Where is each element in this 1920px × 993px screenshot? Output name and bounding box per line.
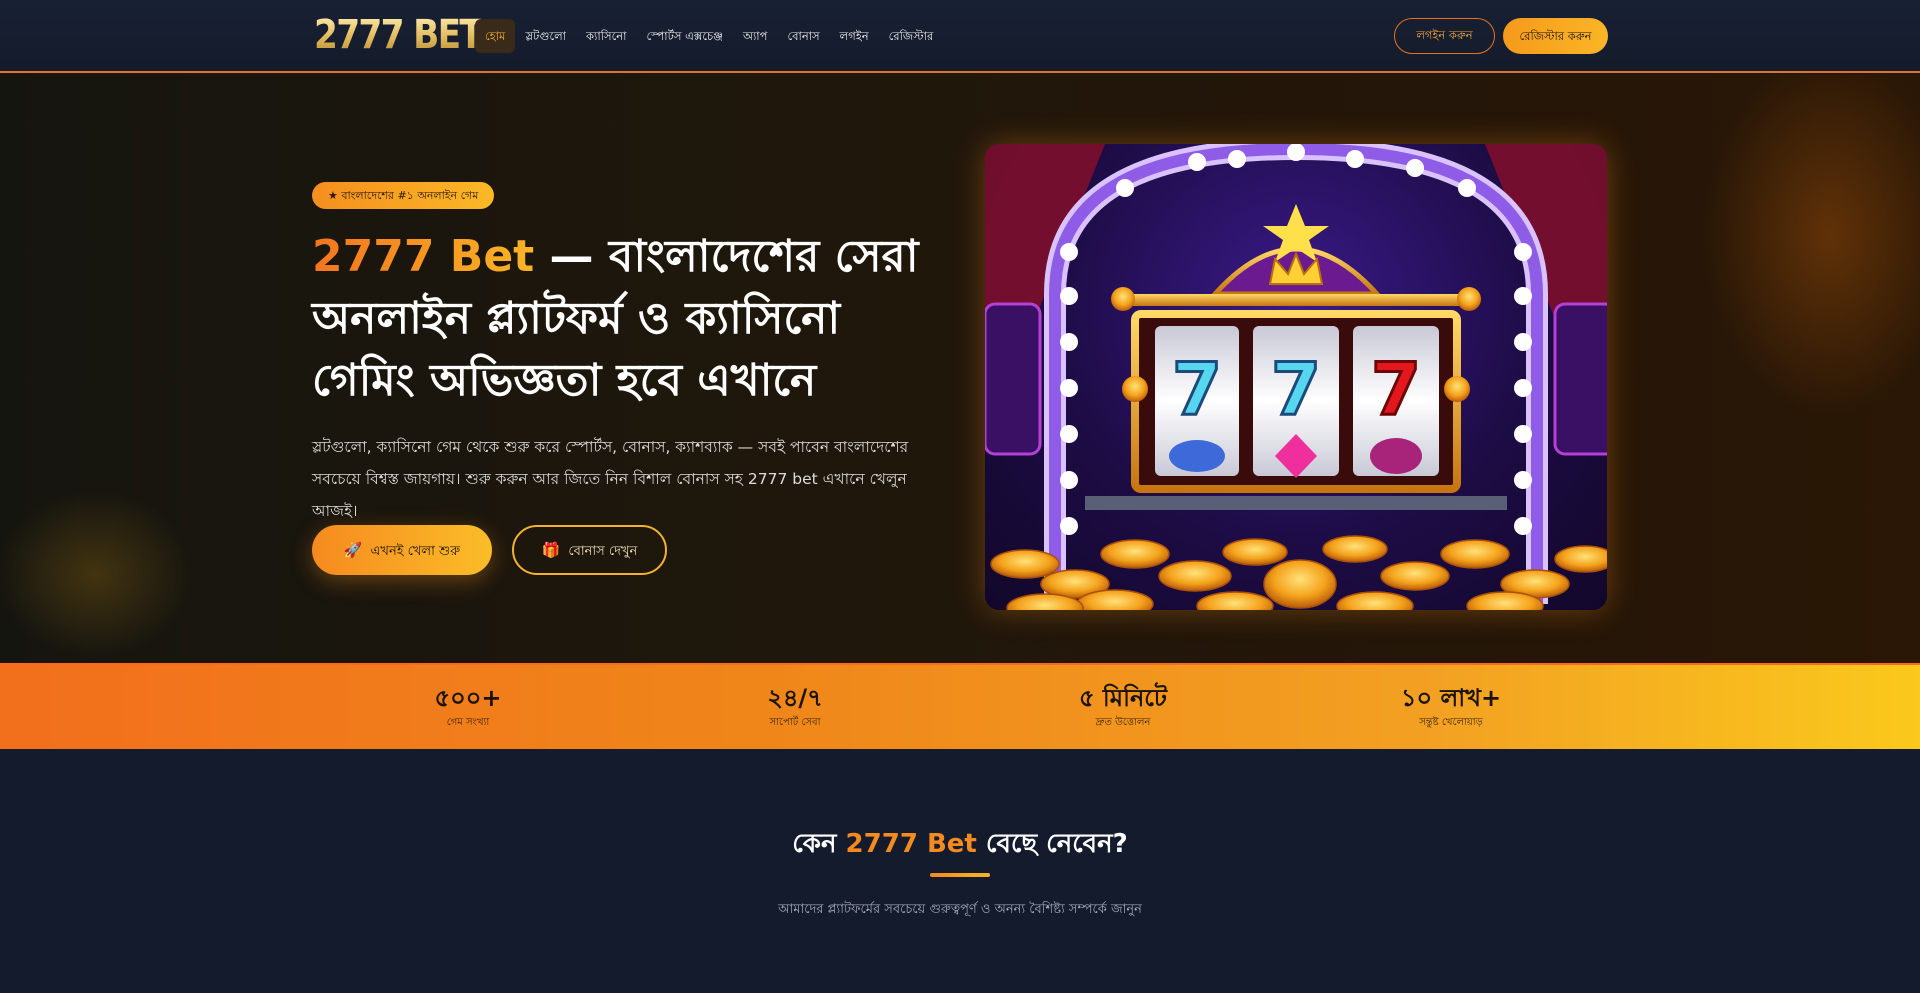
- hero-title: 2777 Bet — বাংলাদেশের সেরা অনলাইন প্ল্যা…: [312, 226, 952, 412]
- main-nav: হোম স্লটগুলো ক্যাসিনো স্পোর্টস এক্সচেঞ্জ…: [475, 19, 943, 53]
- why-section-subtitle: আমাদের প্ল্যাটফর্মের সবচেয়ে গুরুত্বপূর্…: [778, 902, 1142, 917]
- nav-item-casino[interactable]: ক্যাসিনো: [576, 19, 636, 53]
- hero-title-brand: 2777 Bet: [312, 231, 535, 282]
- svg-text:7: 7: [1172, 347, 1222, 431]
- slot-machine-image: 7 7 7: [985, 144, 1607, 610]
- nav-item-register[interactable]: রেজিস্টার: [879, 19, 944, 53]
- svg-text:7: 7: [1271, 347, 1321, 431]
- stat-support: ২৪/৭ সাপোর্ট সেবা: [705, 685, 885, 732]
- hero-description: স্লটগুলো, ক্যাসিনো গেম থেকে শুরু করে স্প…: [312, 438, 909, 520]
- site-logo[interactable]: 2777 BET: [314, 12, 483, 58]
- play-now-label: এখনই খেলা শুরু: [370, 544, 461, 559]
- title-underline: [930, 873, 990, 877]
- stat-label: সাপোর্ট সেবা: [769, 717, 821, 728]
- view-bonus-label: বোনাস দেখুন: [568, 544, 638, 559]
- site-header: 2777 BET হোম স্লটগুলো ক্যাসিনো স্পোর্টস …: [0, 0, 1920, 73]
- rocket-icon: 🚀: [343, 541, 363, 559]
- hero-badge: ★ বাংলাদেশের #১ অনলাইন গেম: [312, 182, 495, 209]
- why-title-suffix: বেছে নেবেন?: [976, 829, 1128, 859]
- stat-label: সন্তুষ্ট খেলোয়াড়: [1419, 717, 1483, 728]
- stat-value: ১০ লাখ+: [1400, 684, 1502, 712]
- why-section-title: কেন 2777 Bet বেছে নেবেন?: [0, 823, 1920, 867]
- stat-label: গেম সংখ্যা: [446, 717, 490, 728]
- nav-item-login[interactable]: লগইন: [830, 19, 879, 53]
- stat-players: ১০ লাখ+ সন্তুষ্ট খেলোয়াড়: [1361, 685, 1541, 732]
- gift-icon: 🎁: [541, 541, 561, 559]
- stat-withdrawal: ৫ মিনিটে দ্রুত উত্তোলন: [1033, 685, 1213, 732]
- nav-item-bonus[interactable]: বোনাস: [777, 19, 829, 53]
- nav-item-app[interactable]: অ্যাপ: [733, 19, 777, 53]
- nav-item-sports-exchange[interactable]: স্পোর্টস এক্সচেঞ্জ: [636, 19, 733, 53]
- nav-item-home[interactable]: হোম: [475, 19, 516, 53]
- nav-item-slots[interactable]: স্লটগুলো: [515, 19, 576, 53]
- login-button[interactable]: লগইন করুন: [1394, 18, 1495, 54]
- play-now-button[interactable]: 🚀 এখনই খেলা শুরু: [312, 525, 492, 575]
- stat-value: ৫ মিনিটে: [1078, 684, 1168, 712]
- stat-value: ২৪/৭: [767, 684, 823, 712]
- register-button[interactable]: রেজিস্টার করুন: [1503, 18, 1608, 54]
- stats-bar: ৫০০+ গেম সংখ্যা ২৪/৭ সাপোর্ট সেবা ৫ মিনি…: [0, 663, 1920, 749]
- view-bonus-button[interactable]: 🎁 বোনাস দেখুন: [512, 525, 667, 575]
- stat-value: ৫০০+: [434, 684, 502, 712]
- hero-section: [0, 74, 1920, 663]
- stat-label: দ্রুত উত্তোলন: [1095, 717, 1151, 728]
- svg-text:7: 7: [1371, 347, 1421, 431]
- stat-games: ৫০০+ গেম সংখ্যা: [378, 685, 558, 732]
- why-title-brand: 2777 Bet: [845, 829, 977, 859]
- why-title-prefix: কেন: [792, 829, 846, 859]
